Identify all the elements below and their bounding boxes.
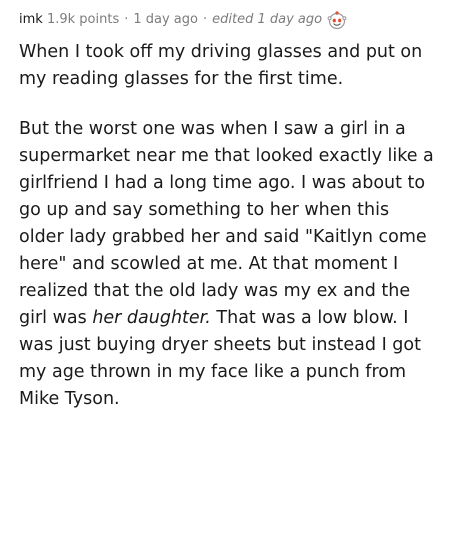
paragraph-2-italic-text: her daughter. [92, 308, 211, 328]
edited-timestamp: edited 1 day ago [212, 12, 323, 27]
points-count: 1.9k points [46, 12, 120, 27]
username-link[interactable]: imk [19, 11, 43, 29]
comment-age: 1 day ago [133, 12, 198, 27]
separator-dot: · [202, 12, 208, 27]
comment: imk 1.9k points · 1 day ago · edited 1 d… [19, 10, 437, 413]
comment-body: When I took off my driving glasses and p… [19, 39, 437, 413]
paragraph-2-text-start: But the worst one was when I saw a girl … [19, 119, 434, 328]
separator-dot: · [124, 12, 129, 27]
comment-meta: imk 1.9k points · 1 day ago · edited 1 d… [19, 10, 437, 30]
comment-paragraph-2: But the worst one was when I saw a girl … [19, 116, 437, 413]
wholesome-award-icon[interactable] [327, 10, 347, 30]
comment-paragraph-1: When I took off my driving glasses and p… [19, 42, 423, 89]
